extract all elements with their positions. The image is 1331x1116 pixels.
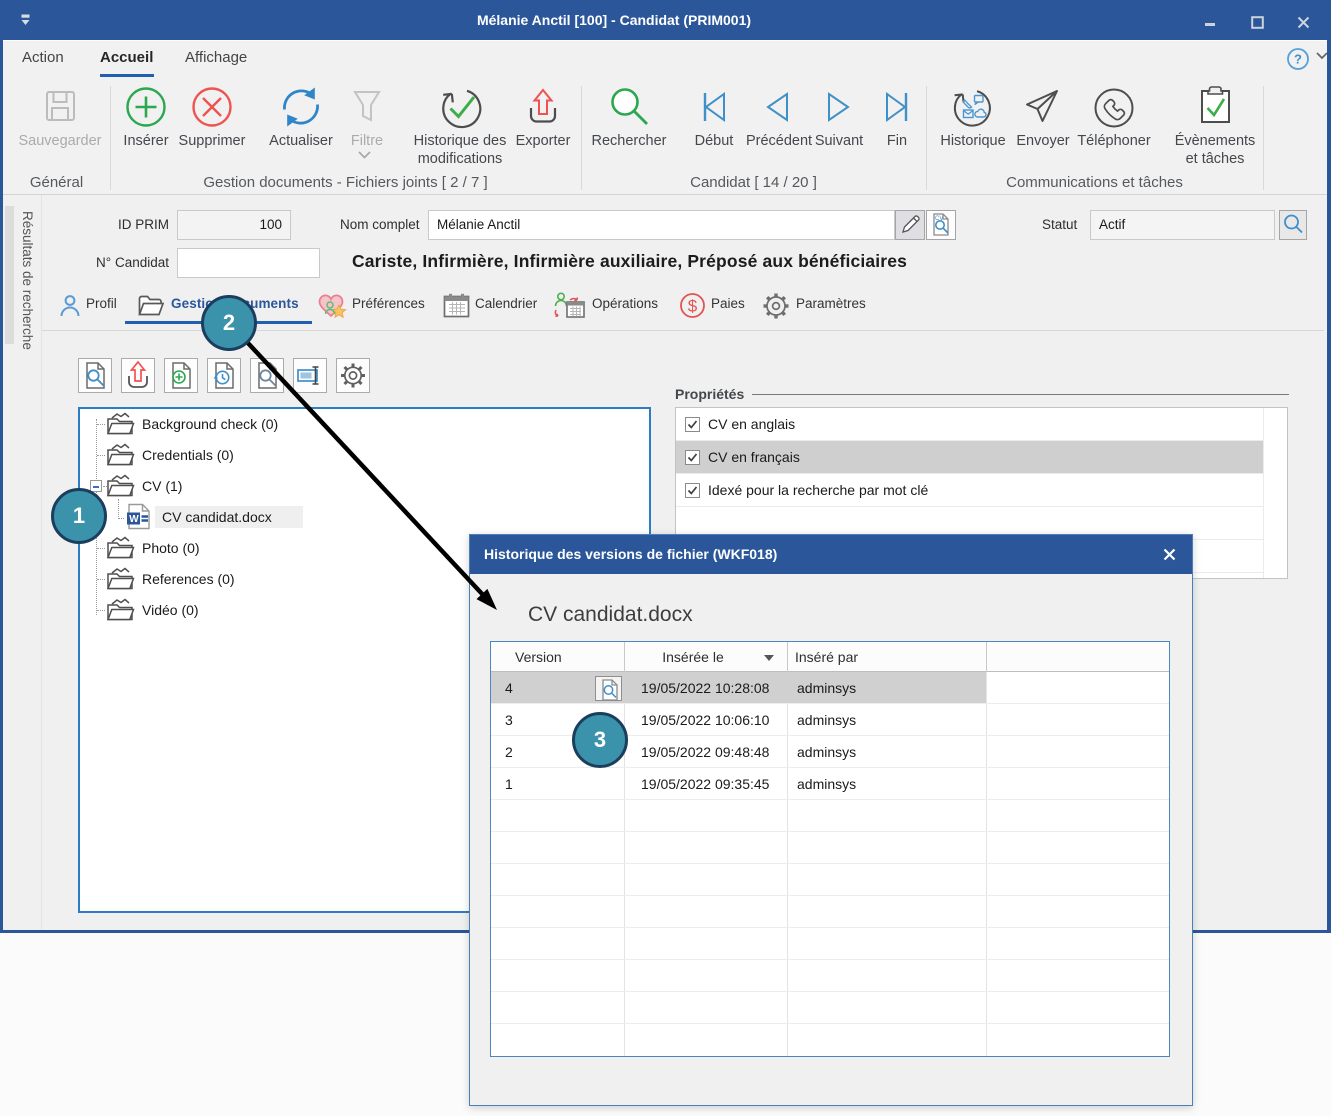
svg-text:$: $ — [688, 297, 698, 316]
svg-text:W: W — [129, 514, 139, 525]
svg-text:?: ? — [1294, 52, 1302, 67]
